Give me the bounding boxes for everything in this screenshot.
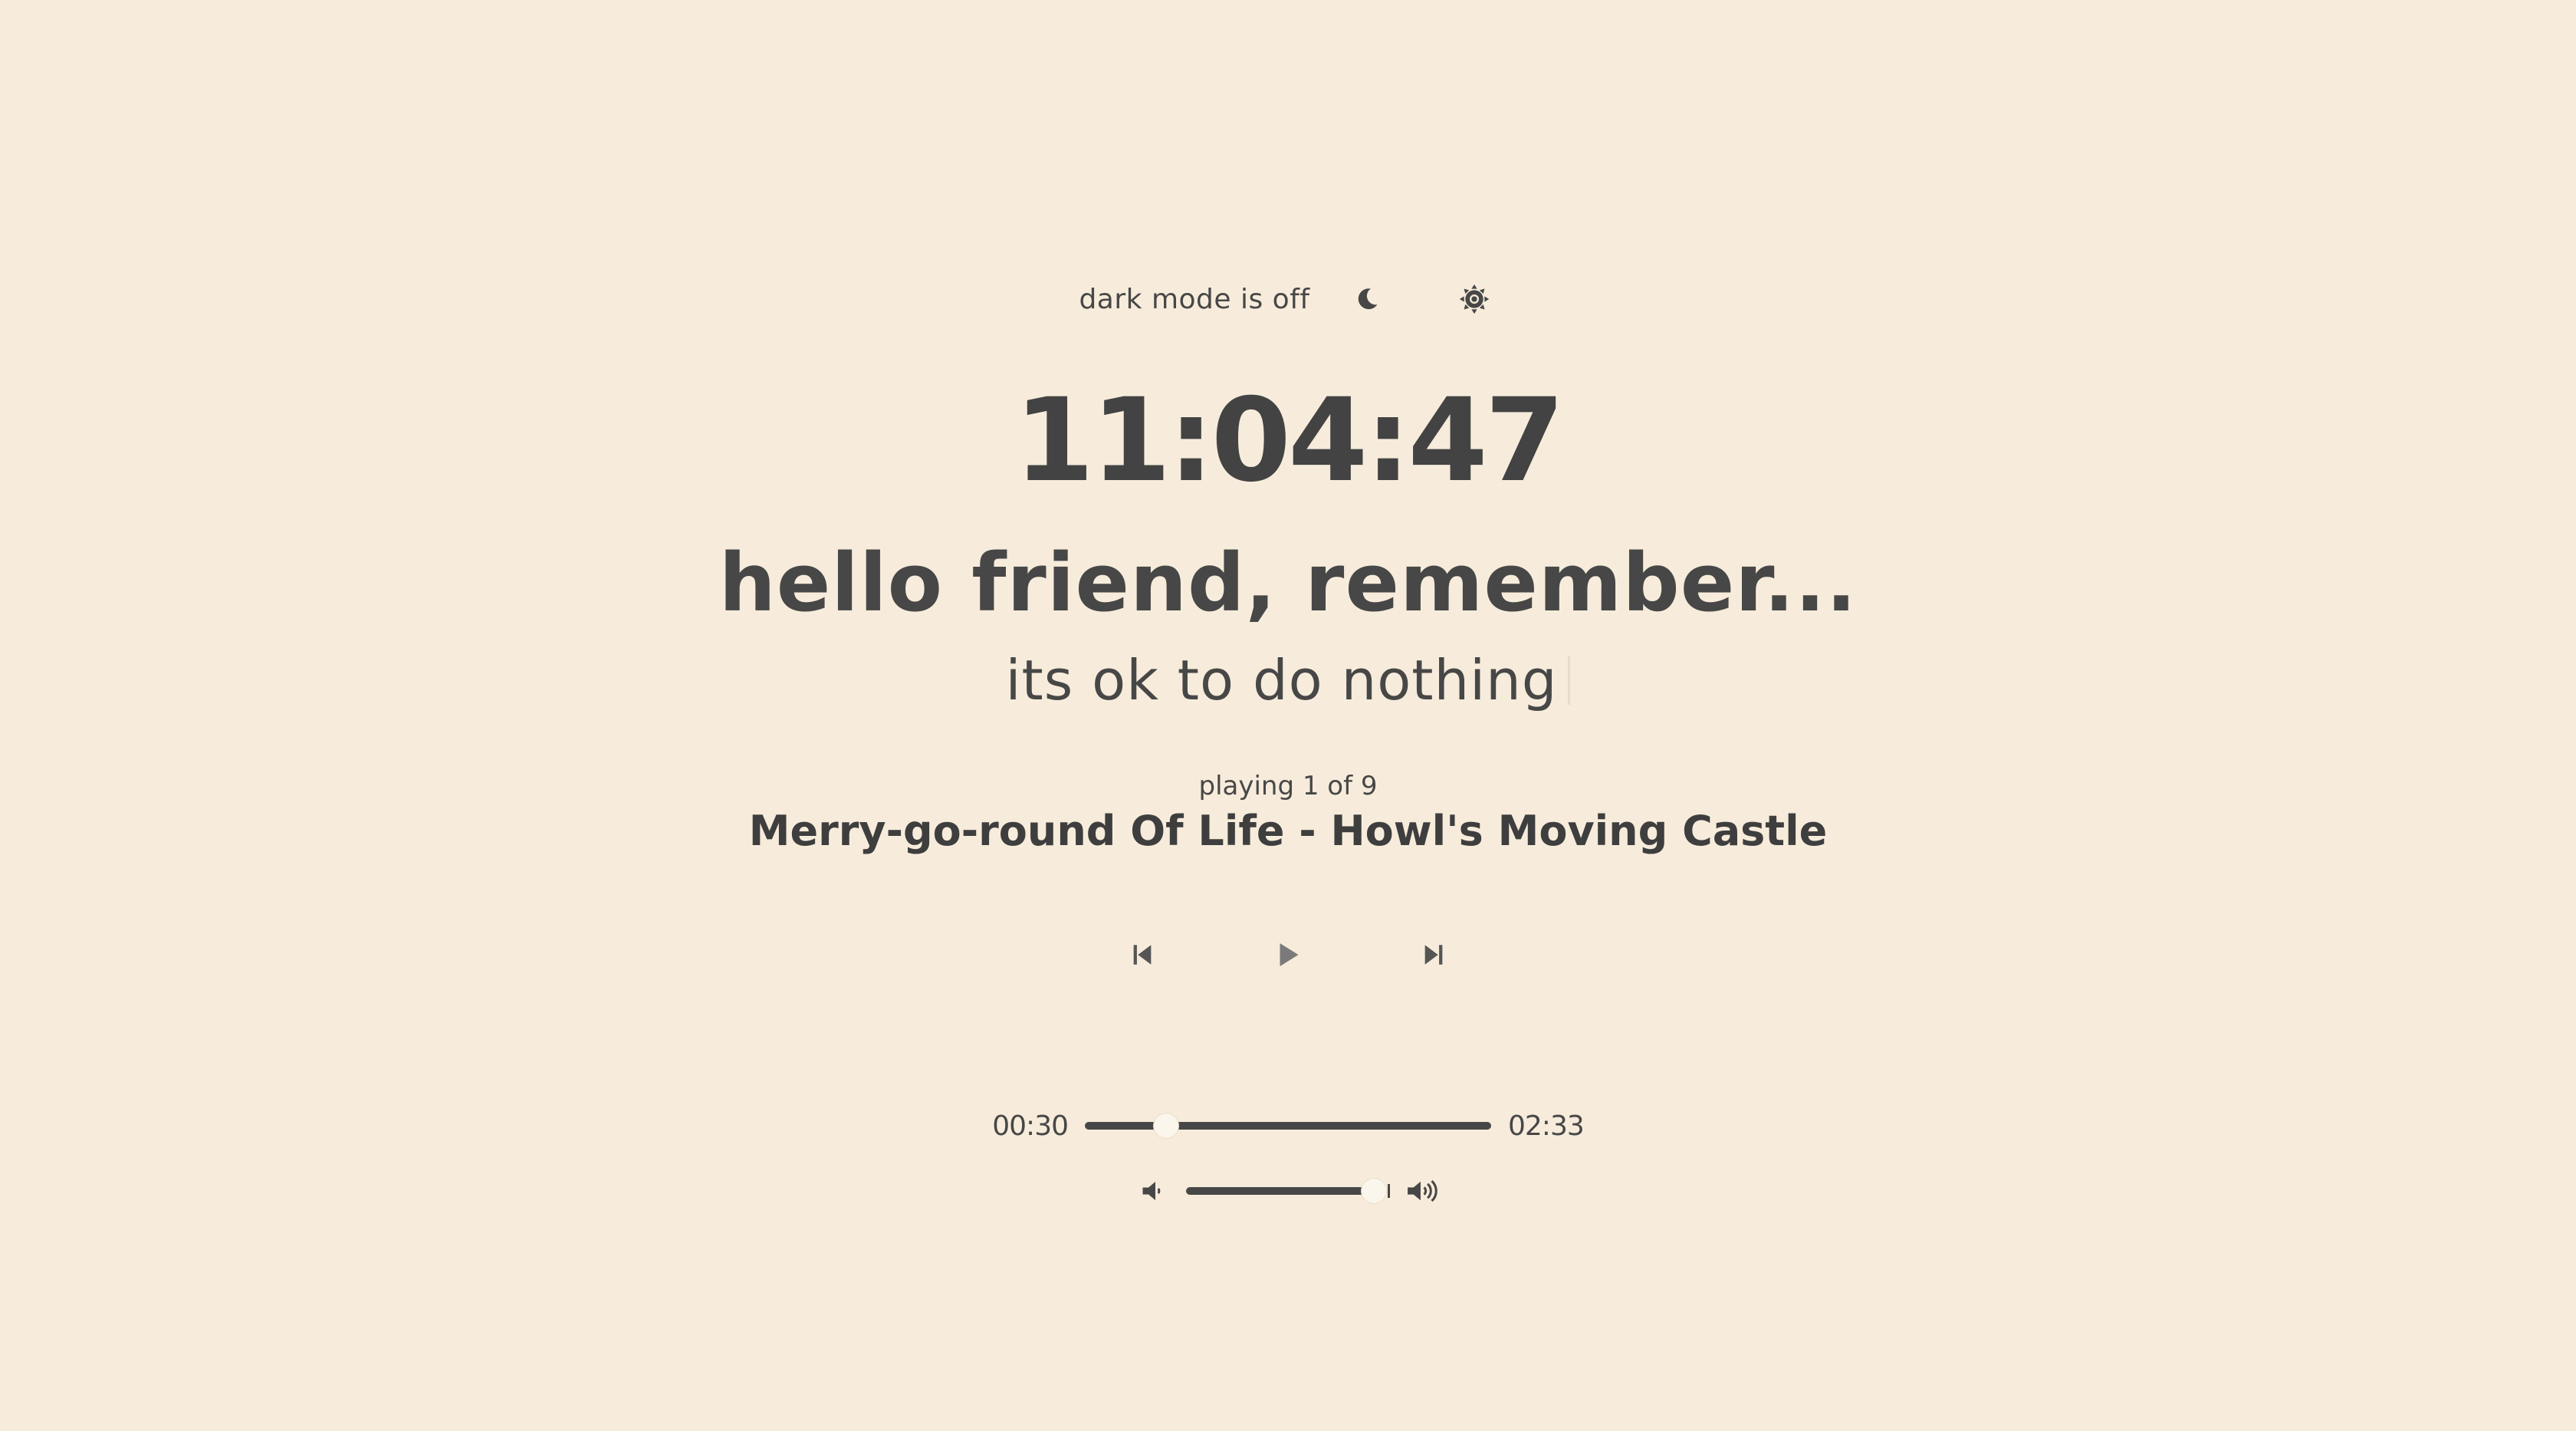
clock-row: 11:04:47 <box>0 368 2576 514</box>
greeting-title: hello friend, remember... <box>718 536 1858 630</box>
skip-previous-icon <box>1133 945 1152 965</box>
text-caret <box>1568 656 1571 705</box>
dark-mode-row: dark mode is off <box>0 276 2576 322</box>
previous-track-button[interactable] <box>1116 928 1169 982</box>
greeting-row: hello friend, remember... <box>0 533 2576 633</box>
volume-slider-fill <box>1186 1187 1374 1195</box>
greeting-message: its ok to do nothing <box>1005 648 1558 712</box>
track-title-row: Merry-go-round Of Life - Howl's Moving C… <box>0 804 2576 857</box>
clock-time: 11:04:47 <box>1014 374 1565 508</box>
volume-high-icon <box>1408 1179 1438 1202</box>
play-button[interactable] <box>1261 928 1315 982</box>
volume-high-button[interactable] <box>1404 1172 1442 1210</box>
volume-row <box>0 1169 2576 1212</box>
skip-next-icon <box>1424 945 1443 965</box>
sun-icon <box>1459 284 1489 314</box>
play-icon <box>1280 943 1299 966</box>
elapsed-time: 00:30 <box>992 1110 1069 1142</box>
next-track-button[interactable] <box>1407 928 1460 982</box>
playing-status-row: playing 1 of 9 <box>0 767 2576 805</box>
track-title: Merry-go-round Of Life - Howl's Moving C… <box>748 806 1828 855</box>
volume-slider[interactable] <box>1186 1179 1390 1203</box>
dark-mode-label: dark mode is off <box>1079 283 1310 315</box>
duration-time: 02:33 <box>1508 1110 1585 1142</box>
volume-low-icon <box>1142 1182 1161 1200</box>
playing-status: playing 1 of 9 <box>1198 771 1378 801</box>
page: dark mode is off 11:04:47 hello friend, … <box>0 0 2576 1431</box>
progress-row: 00:30 02:33 <box>0 1104 2576 1147</box>
dark-mode-toggle-button[interactable] <box>1344 276 1390 322</box>
progress-slider[interactable] <box>1085 1114 1491 1138</box>
moon-icon <box>1358 288 1378 310</box>
volume-slider-end <box>1388 1184 1390 1198</box>
volume-low-button[interactable] <box>1134 1172 1172 1210</box>
light-mode-button[interactable] <box>1451 276 1497 322</box>
playback-controls <box>0 928 2576 982</box>
message-row: its ok to do nothing <box>0 646 2576 715</box>
volume-slider-thumb[interactable] <box>1361 1179 1386 1203</box>
progress-slider-thumb[interactable] <box>1154 1114 1178 1138</box>
